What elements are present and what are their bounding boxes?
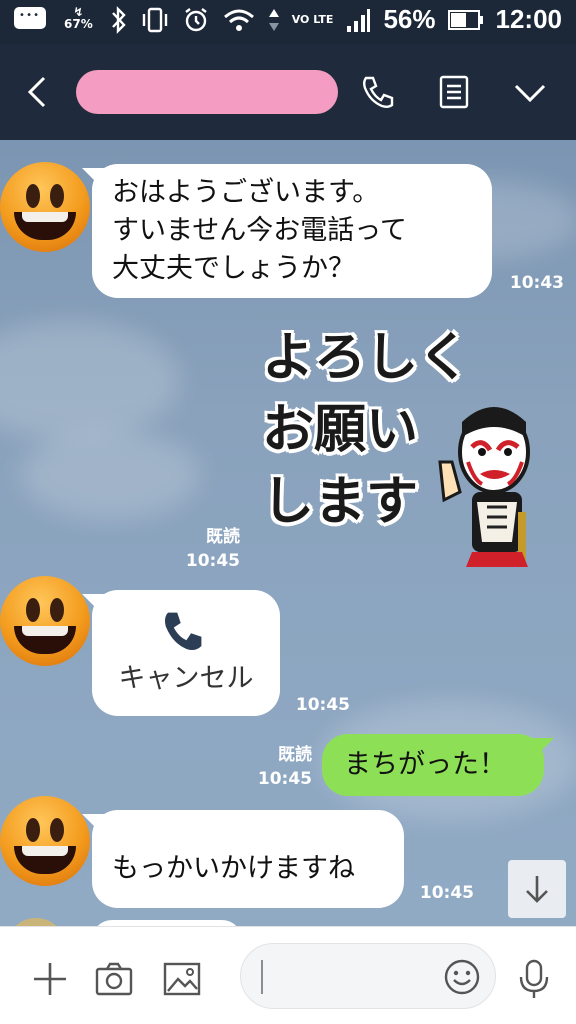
phone-icon: [164, 612, 202, 651]
image-button[interactable]: [162, 959, 202, 999]
message-text: おはようございます。: [112, 177, 380, 208]
avatar[interactable]: [0, 796, 90, 886]
read-receipt: 既読: [278, 745, 312, 765]
message-input[interactable]: [240, 943, 496, 1009]
message-bubble[interactable]: おはようございます。 すいません今お電話って 大丈夫でしょうか？: [92, 164, 492, 298]
arrow-down-icon: [526, 876, 548, 903]
chat-area[interactable]: おはようございます。 すいません今お電話って 大丈夫でしょうか？ 10:43 既…: [0, 140, 576, 926]
avatar[interactable]: [0, 576, 90, 666]
notes-icon: [439, 75, 469, 109]
kabuki-character-image: [438, 407, 530, 567]
back-button[interactable]: [20, 72, 56, 112]
volte-icon: VO LTE: [291, 12, 334, 26]
plus-icon: [34, 963, 66, 995]
status-bar: ↯ 67% VO LTE 56% 12:00: [0, 0, 576, 44]
phone-icon: [363, 76, 394, 108]
emoji-icon[interactable]: [443, 958, 481, 996]
sent-message-bubble[interactable]: まちがった！: [322, 734, 544, 796]
avatar[interactable]: [0, 162, 90, 252]
camera-button[interactable]: [94, 959, 134, 999]
call-status-text: キャンセル: [118, 663, 254, 694]
message-text: まちがった！: [344, 749, 506, 780]
message-bubble[interactable]: もっかいかけますね: [92, 810, 404, 908]
battery-percent: 56%: [383, 4, 436, 34]
avatar[interactable]: [6, 918, 66, 926]
call-history-bubble[interactable]: キャンセル: [92, 590, 280, 716]
text-caret: [261, 960, 263, 994]
image-icon: [163, 962, 201, 996]
voice-button[interactable]: [514, 959, 554, 999]
message-time: 10:45: [257, 769, 312, 789]
message-time: 10:45: [185, 551, 240, 571]
clock: 12:00: [495, 4, 563, 34]
input-bar: [0, 926, 576, 1024]
signal-icon: [345, 6, 371, 34]
contact-name-redacted: [76, 70, 338, 114]
wifi-icon: [222, 6, 256, 34]
message-text: 大丈夫でしょうか？: [112, 253, 355, 284]
camera-icon: [95, 962, 133, 996]
more-menu-button[interactable]: [510, 72, 550, 112]
chevron-left-icon: [27, 76, 46, 108]
plus-button[interactable]: [30, 959, 70, 999]
message-time: 10:45: [295, 695, 350, 715]
alarm-icon: [182, 6, 210, 34]
message-text: もっかいかけますね: [112, 853, 355, 884]
message-text: すいません今お電話って: [112, 215, 407, 246]
scroll-to-bottom-button[interactable]: [508, 860, 566, 918]
message-notification-icon: [14, 7, 46, 29]
message-time: 10:43: [509, 273, 564, 293]
message-time: 10:45: [419, 883, 474, 903]
battery-saver-indicator: ↯ 67%: [64, 5, 93, 31]
mic-icon: [519, 959, 549, 998]
sticker-message[interactable]: よろしく お願い します: [262, 322, 552, 572]
notes-button[interactable]: [434, 72, 474, 112]
chat-header: [0, 44, 576, 140]
read-receipt: 既読: [206, 527, 240, 547]
chevron-down-icon: [514, 84, 546, 103]
bluetooth-icon: [110, 5, 128, 34]
vibrate-icon: [140, 6, 170, 34]
battery-icon: [447, 8, 484, 32]
data-arrows-icon: [268, 6, 280, 34]
call-button[interactable]: [358, 72, 398, 112]
